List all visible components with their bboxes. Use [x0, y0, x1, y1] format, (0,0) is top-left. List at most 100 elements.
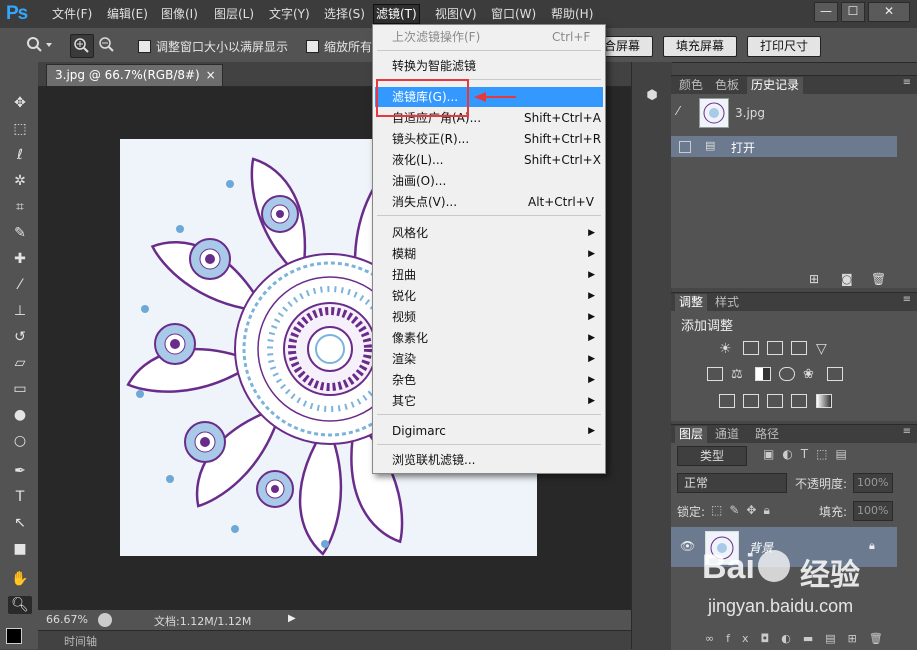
- lasso-tool-icon[interactable]: ℓ: [11, 146, 29, 164]
- tab-adjustments[interactable]: 调整: [675, 294, 708, 311]
- marquee-tool-icon[interactable]: ⬚: [11, 120, 29, 138]
- layer-filter-select[interactable]: 类型: [677, 446, 747, 466]
- menu-oil-paint[interactable]: 油画(O)...: [375, 171, 603, 191]
- stamp-tool-icon[interactable]: ⊥: [11, 302, 29, 320]
- hue-saturation-icon[interactable]: [707, 367, 723, 381]
- hand-tool-icon[interactable]: ✋: [11, 570, 29, 588]
- foreground-color-swatch[interactable]: [6, 628, 22, 644]
- zoom-tool-preset-icon[interactable]: [24, 34, 52, 56]
- shape-tool-icon[interactable]: ■: [11, 540, 29, 558]
- delete-icon[interactable]: 🗑︎: [871, 272, 886, 286]
- panel-menu-icon[interactable]: ≡: [903, 77, 911, 88]
- zoom-level[interactable]: 66.67%: [46, 613, 88, 626]
- color-lookup-icon[interactable]: [827, 367, 843, 381]
- gradient-map-icon[interactable]: [816, 394, 832, 408]
- vibrance-icon[interactable]: ▽: [816, 341, 832, 357]
- pen-tool-icon[interactable]: ✒: [11, 462, 29, 480]
- curves-icon[interactable]: [767, 341, 783, 355]
- eraser-tool-icon[interactable]: ▱: [11, 354, 29, 372]
- crop-tool-icon[interactable]: ⌗: [11, 198, 29, 216]
- selective-color-icon[interactable]: [791, 394, 807, 408]
- menu-layer[interactable]: 图层(L): [212, 5, 256, 23]
- menu-file[interactable]: 文件(F): [50, 5, 94, 23]
- opacity-input[interactable]: 100%: [853, 473, 893, 493]
- exposure-icon[interactable]: [791, 341, 807, 355]
- maximize-button[interactable]: ☐: [841, 2, 865, 22]
- minimize-button[interactable]: —: [814, 2, 838, 22]
- levels-icon[interactable]: [743, 341, 759, 355]
- brush-tool-icon[interactable]: ⁄: [11, 276, 29, 294]
- menu-view[interactable]: 视图(V): [433, 5, 479, 23]
- status-menu-icon[interactable]: [98, 613, 112, 627]
- tab-paths[interactable]: 路径: [751, 426, 783, 443]
- close-tab-icon[interactable]: ×: [206, 65, 216, 86]
- zoom-in-icon[interactable]: [70, 34, 94, 58]
- photo-filter-icon[interactable]: [779, 367, 795, 381]
- document-tab[interactable]: 3.jpg @ 66.7%(RGB/8#) ×: [46, 64, 223, 86]
- fill-input[interactable]: 100%: [853, 501, 893, 521]
- new-document-from-state-icon[interactable]: ⊞: [809, 272, 819, 286]
- menu-browse-filters-online[interactable]: 浏览联机滤镜...: [375, 450, 603, 470]
- snapshot-name[interactable]: 3.jpg: [735, 106, 765, 120]
- brightness-icon[interactable]: ☀: [719, 341, 735, 357]
- menu-distort[interactable]: 扭曲 ▶: [375, 265, 603, 285]
- snapshot-thumbnail[interactable]: [699, 98, 729, 128]
- lock-icons[interactable]: ⬚✎✥🔒︎: [711, 503, 777, 518]
- menu-digimarc[interactable]: Digimarc ▶: [375, 421, 603, 441]
- eyedropper-tool-icon[interactable]: ✎: [11, 224, 29, 242]
- camera-icon[interactable]: ◙: [841, 272, 853, 286]
- print-size-button[interactable]: 打印尺寸: [747, 36, 821, 57]
- menu-noise[interactable]: 杂色 ▶: [375, 370, 603, 390]
- history-brush-source-icon[interactable]: ⁄: [677, 104, 691, 118]
- type-tool-icon[interactable]: T: [11, 488, 29, 506]
- tab-swatches[interactable]: 色板: [711, 77, 743, 94]
- gradient-tool-icon[interactable]: ▭: [11, 380, 29, 398]
- path-selection-tool-icon[interactable]: ↖: [11, 514, 29, 532]
- panel-menu-icon[interactable]: ≡: [903, 294, 911, 305]
- menu-liquify[interactable]: 液化(L)... Shift+Ctrl+X: [375, 150, 603, 170]
- 3d-panel-icon[interactable]: ⬢: [642, 88, 662, 106]
- zoom-tool-icon[interactable]: 🔍︎: [8, 596, 32, 614]
- dodge-tool-icon[interactable]: ○: [11, 432, 29, 450]
- resize-windows-checkbox[interactable]: [138, 40, 151, 53]
- posterize-icon[interactable]: [743, 394, 759, 408]
- tab-channels[interactable]: 通道: [711, 426, 743, 443]
- menu-blur[interactable]: 模糊 ▶: [375, 244, 603, 264]
- invert-icon[interactable]: [719, 394, 735, 408]
- menu-select[interactable]: 选择(S): [322, 5, 367, 23]
- tab-layers[interactable]: 图层: [675, 426, 708, 443]
- menu-image[interactable]: 图像(I): [159, 5, 200, 23]
- panel-menu-icon[interactable]: ≡: [903, 426, 911, 437]
- channel-mixer-icon[interactable]: ❀: [803, 367, 819, 382]
- menu-filter[interactable]: 滤镜(T): [373, 4, 420, 24]
- history-brush-tool-icon[interactable]: ↺: [11, 328, 29, 346]
- menu-window[interactable]: 窗口(W): [489, 5, 538, 23]
- menu-render[interactable]: 渲染 ▶: [375, 349, 603, 369]
- color-balance-icon[interactable]: ⚖: [731, 367, 747, 382]
- visibility-eye-icon[interactable]: 👁︎: [680, 539, 695, 553]
- menu-help[interactable]: 帮助(H): [549, 5, 595, 23]
- tab-history[interactable]: 历史记录: [747, 77, 804, 94]
- menu-vanishing-point[interactable]: 消失点(V)... Alt+Ctrl+V: [375, 192, 603, 212]
- menu-lens-correction[interactable]: 镜头校正(R)... Shift+Ctrl+R: [375, 129, 603, 149]
- status-arrow-icon[interactable]: ▶: [288, 613, 296, 624]
- history-step-checkbox[interactable]: [679, 141, 691, 153]
- menu-edit[interactable]: 编辑(E): [105, 5, 150, 23]
- tab-color[interactable]: 颜色: [675, 77, 707, 94]
- zoom-out-icon[interactable]: [96, 34, 118, 56]
- menu-pixelate[interactable]: 像素化 ▶: [375, 328, 603, 348]
- menu-stylize[interactable]: 风格化 ▶: [375, 223, 603, 243]
- blur-tool-icon[interactable]: ●: [11, 406, 29, 424]
- timeline-tab[interactable]: 时间轴: [64, 633, 97, 649]
- menu-video[interactable]: 视频 ▶: [375, 307, 603, 327]
- black-white-icon[interactable]: [755, 367, 771, 381]
- tab-styles[interactable]: 样式: [711, 294, 743, 311]
- zoom-all-checkbox[interactable]: [306, 40, 319, 53]
- close-window-button[interactable]: ✕: [868, 2, 910, 22]
- history-step-open[interactable]: ▤ 打开: [671, 136, 897, 157]
- layer-filter-icons[interactable]: ▣◐T⬚▤: [763, 447, 855, 461]
- threshold-icon[interactable]: [767, 394, 783, 408]
- menu-type[interactable]: 文字(Y): [267, 5, 312, 23]
- move-tool-icon[interactable]: ✥: [11, 94, 29, 112]
- fill-screen-button[interactable]: 填充屏幕: [663, 36, 737, 57]
